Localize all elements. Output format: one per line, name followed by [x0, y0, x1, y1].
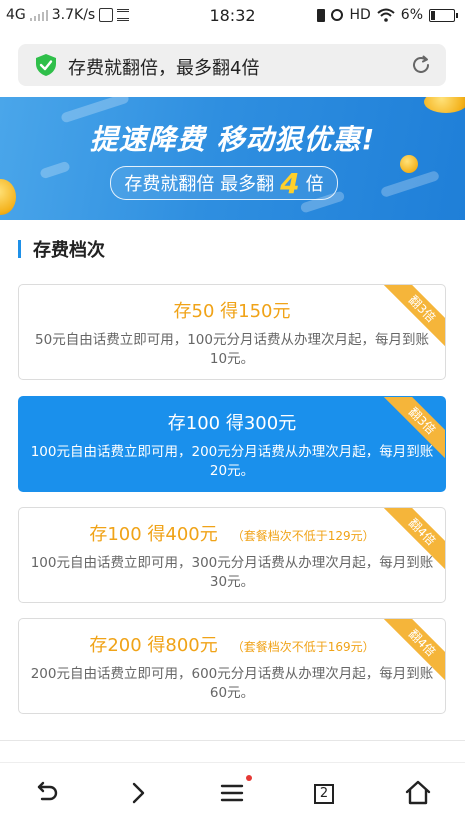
divider [0, 740, 465, 741]
plan-title-row: 存200 得800元 （套餐档次不低于169元） [19, 631, 445, 657]
banner-headline: 提速降费 移动狠优惠! [89, 123, 376, 156]
plan-title: 存100 得400元 [89, 524, 218, 545]
hd-label: HD [349, 7, 371, 23]
plan-description: 100元自由话费立即可用，300元分月话费从办理次月起，每月到账30元。 [30, 555, 434, 590]
plan-title: 存200 得800元 [89, 635, 218, 656]
forward-chevron-icon[interactable] [122, 777, 154, 809]
battery-icon [429, 8, 458, 22]
plan-condition: （套餐档次不低于129元） [231, 529, 375, 543]
back-arrow-icon[interactable] [30, 777, 62, 809]
plan-condition: （套餐档次不低于169元） [231, 640, 375, 654]
battery-saver-icon [317, 8, 326, 22]
alarm-icon [331, 9, 344, 21]
section-title: 存费档次 [33, 240, 105, 261]
promo-banner[interactable] [0, 97, 465, 220]
plan-card-2[interactable]: 存100 得300元 100元自由话费立即可用，200元分月话费从办理次月起，每… [18, 396, 446, 492]
coin-icon [424, 97, 465, 113]
plan-card-1[interactable]: 存50 得150元 50元自由话费立即可用，100元分月话费从办理次月起，每月到… [18, 284, 446, 380]
status-bar: 4G 3.7K/s 18:32 HD 6% [0, 0, 465, 32]
plan-description: 50元自由话费立即可用，100元分月话费从办理次月起，每月到账10元。 [35, 332, 429, 367]
menu-icon[interactable] [216, 777, 248, 809]
battery-percent: 6% [400, 7, 423, 23]
refresh-icon[interactable] [410, 54, 432, 76]
plan-title: 存100 得300元 [167, 413, 297, 434]
address-bar[interactable]: 存费就翻倍，最多翻4倍 [18, 44, 446, 86]
bottom-nav: 2 [0, 762, 465, 827]
tabs-icon[interactable]: 2 [314, 784, 334, 804]
banner-pill: 存费就翻倍 最多翻 4 倍 [110, 166, 338, 200]
plan-description: 100元自由话费立即可用，200元分月话费从办理次月起，每月到账20元。 [30, 444, 434, 479]
pill-prefix: 存费就翻倍 最多翻 [124, 174, 275, 195]
coin-icon [0, 179, 16, 215]
pill-number: 4 [280, 166, 300, 200]
plan-card-4[interactable]: 存200 得800元 （套餐档次不低于169元） 200元自由话费立即可用，600… [18, 618, 446, 714]
shield-icon [36, 54, 56, 76]
section-accent-bar [18, 240, 21, 258]
pill-suffix: 倍 [305, 174, 324, 195]
plan-description: 200元自由话费立即可用，600元分月话费从办理次月起，每月到账60元。 [30, 666, 434, 701]
status-right: HD 6% [317, 7, 458, 23]
home-icon[interactable] [402, 777, 434, 809]
notification-dot [246, 775, 252, 781]
plan-card-3[interactable]: 存100 得400元 （套餐档次不低于129元） 100元自由话费立即可用，300… [18, 507, 446, 603]
plan-title-row: 存100 得400元 （套餐档次不低于129元） [19, 520, 445, 546]
section-header: 存费档次 [18, 238, 105, 261]
plan-title: 存50 得150元 [173, 301, 291, 322]
wifi-icon [377, 8, 395, 22]
page-title: 存费就翻倍，最多翻4倍 [68, 58, 260, 79]
